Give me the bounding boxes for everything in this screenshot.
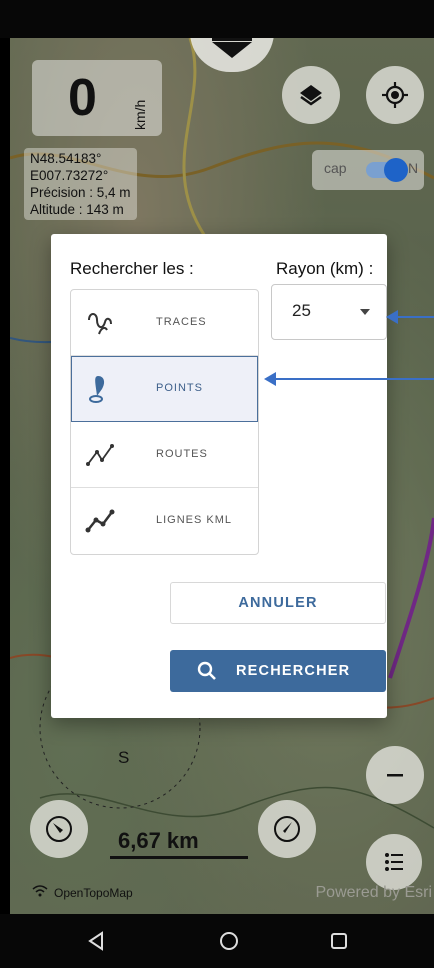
recents-icon[interactable] (328, 930, 350, 952)
search-button[interactable]: RECHERCHER (170, 650, 386, 692)
scale-bar (110, 856, 248, 859)
heading-toggle[interactable]: cap N (312, 150, 424, 190)
altitude: Altitude : 143 m (30, 202, 124, 217)
annotation-arrow-points (274, 378, 434, 380)
cancel-label: ANNULER (238, 595, 318, 611)
route-icon (86, 444, 114, 466)
home-icon[interactable] (218, 930, 240, 952)
annotation-arrow-radius (396, 316, 434, 318)
scale-label: 6,67 km (118, 828, 199, 853)
compass-right-button[interactable] (258, 800, 316, 858)
position-info: N48.54183° E007.73272° Précision : 5,4 m… (24, 148, 137, 220)
search-icon (197, 661, 216, 680)
type-label: LIGNES KML (156, 514, 233, 526)
top-panel-toggle[interactable] (190, 38, 274, 72)
pin-icon (89, 376, 105, 403)
type-item-points[interactable]: POINTS (71, 356, 258, 422)
map-attribution[interactable]: OpenTopoMap (54, 886, 133, 900)
search-dialog: Rechercher les : Rayon (km) : 25 TRACES … (51, 234, 387, 718)
radius-value: 25 (292, 301, 311, 320)
toggle-knob[interactable] (384, 158, 408, 182)
chevron-down-icon (360, 309, 370, 315)
north-label: N (408, 160, 419, 176)
annotation-arrowhead-points (264, 372, 276, 386)
speed-panel: 0 km/h (32, 60, 162, 136)
type-label: TRACES (156, 316, 207, 328)
layers-button[interactable] (282, 66, 340, 124)
cap-label: cap (324, 160, 347, 176)
radius-label: Rayon (km) : (276, 259, 374, 278)
type-label: ROUTES (156, 448, 208, 460)
compass-icon (46, 816, 72, 842)
annotation-arrowhead-radius (386, 310, 398, 324)
compass-south: S (118, 748, 130, 767)
latitude: N48.54183° (30, 151, 102, 166)
navigation-bar (0, 914, 434, 968)
collapse-icon (212, 38, 252, 58)
zoom-out-button[interactable] (366, 746, 424, 804)
type-item-routes[interactable]: ROUTES (71, 422, 258, 488)
dialog-title: Rechercher les : (70, 259, 194, 278)
compass-left-button[interactable] (30, 800, 88, 858)
type-label: POINTS (156, 382, 203, 394)
speed-value: 0 (68, 69, 97, 127)
minus-icon (387, 774, 403, 777)
speed-unit: km/h (132, 99, 148, 130)
type-item-traces[interactable]: TRACES (71, 290, 258, 356)
menu-list-button[interactable] (366, 834, 422, 890)
gps-target-icon (382, 82, 408, 108)
kml-line-icon (85, 509, 115, 533)
compass-rotate-icon (274, 816, 300, 842)
search-label: RECHERCHER (236, 663, 351, 679)
type-item-kml[interactable]: LIGNES KML (71, 488, 258, 554)
back-icon[interactable] (86, 930, 108, 952)
locate-button[interactable] (366, 66, 424, 124)
list-icon (385, 853, 403, 871)
wifi-icon (32, 884, 48, 903)
longitude: E007.73272° (30, 168, 109, 183)
layers-icon (300, 85, 322, 106)
track-icon (88, 313, 112, 335)
radius-select[interactable]: 25 (271, 284, 387, 340)
powered-by: Powered by Esri (315, 884, 433, 901)
status-bar (0, 0, 434, 38)
cancel-button[interactable]: ANNULER (170, 582, 386, 624)
precision: Précision : 5,4 m (30, 185, 131, 200)
search-type-list: TRACES POINTS ROUTES LIGNES KML (70, 289, 259, 555)
